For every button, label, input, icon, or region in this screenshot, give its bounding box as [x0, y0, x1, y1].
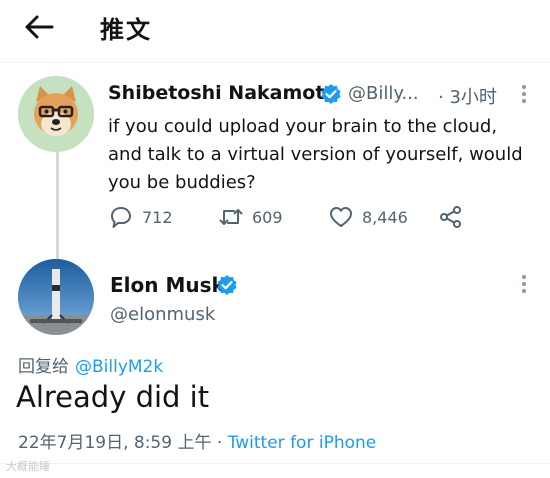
shiba-avatar[interactable]: [18, 76, 94, 152]
page-title: 推文: [100, 16, 152, 44]
divider: [0, 463, 550, 464]
replying-to: 回复给 @BillyM2k: [18, 352, 163, 377]
reply-button[interactable]: 712: [108, 204, 173, 230]
share-icon: [440, 206, 461, 228]
tweet-metadata: 22年7月19日, 8:59 上午 · Twitter for iPhone: [18, 428, 376, 453]
parent-tweet-text: if you could upload your brain to the cl…: [108, 116, 523, 193]
tweet-timestamp: 22年7月19日, 8:59 上午 ·: [18, 433, 228, 453]
author-handle[interactable]: @elonmusk: [110, 304, 215, 325]
watermark: 大概能睡: [6, 460, 50, 473]
reply-icon: [111, 207, 131, 228]
parent-display-name[interactable]: Shibetoshi Nakamoto: [108, 82, 337, 104]
tweet-source-link[interactable]: Twitter for iPhone: [228, 433, 377, 453]
back-arrow-icon[interactable]: [22, 12, 56, 42]
parent-time: · 3小时: [438, 87, 497, 108]
top-bar: 推文: [0, 0, 550, 62]
retweet-button[interactable]: 609: [218, 204, 283, 230]
verified-badge-icon: [216, 274, 238, 296]
reply-count: 712: [142, 207, 173, 227]
author-display-name[interactable]: Elon Musk: [110, 273, 225, 297]
thread-connector-line: [56, 152, 59, 260]
reply-mention-link[interactable]: @BillyM2k: [75, 357, 163, 377]
like-count: 8,446: [362, 207, 408, 227]
retweet-icon: [219, 209, 243, 225]
retweet-count: 609: [252, 207, 283, 227]
more-options-icon[interactable]: [514, 272, 534, 296]
parent-handle[interactable]: @Billy...: [348, 83, 419, 104]
share-button[interactable]: [438, 204, 464, 230]
divider: [0, 62, 550, 63]
heart-icon: [330, 207, 352, 227]
verified-badge-icon: [320, 83, 342, 105]
elon-musk-avatar[interactable]: [18, 259, 94, 335]
reply-to-prefix: 回复给: [18, 357, 69, 377]
like-button[interactable]: 8,446: [328, 204, 408, 230]
more-options-icon[interactable]: [514, 82, 534, 106]
main-tweet-text: Already did it: [16, 380, 210, 414]
